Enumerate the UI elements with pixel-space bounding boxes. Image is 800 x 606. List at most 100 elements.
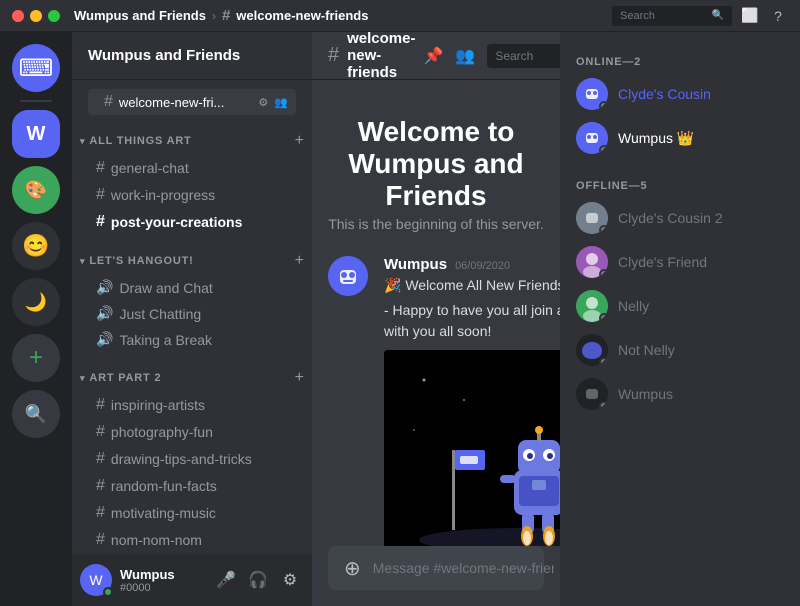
title-search-label: Search (620, 10, 655, 22)
robot-scene-svg (384, 350, 560, 546)
current-user-name: Wumpus (120, 567, 204, 582)
offline-status-cf (599, 269, 608, 278)
welcome-header: Welcome to Wumpus and Friends This is th… (328, 96, 544, 248)
category-label-art[interactable]: ▾ ALL THINGS ART (80, 135, 192, 147)
channel-item-drawing-tips[interactable]: # drawing-tips-and-tricks (80, 446, 304, 472)
channel-name-drawing: drawing-tips-and-tricks (111, 451, 252, 467)
current-user-status: #0000 (120, 582, 204, 594)
member-avatar-wumpus (576, 122, 608, 154)
explore-servers-button[interactable]: 🔍 (12, 390, 60, 438)
minimize-button[interactable] (30, 10, 42, 22)
main-content: # welcome-new-friends 📌 👥 📥 ❓ Welcome to… (312, 32, 560, 606)
server-icon-4[interactable]: 🌙 (12, 278, 60, 326)
category-label-hangout[interactable]: ▾ LET'S HANGOUT! (80, 255, 194, 267)
member-item-wumpus-offline[interactable]: Wumpus (568, 372, 792, 416)
mute-microphone-button[interactable]: 🎤 (212, 566, 240, 594)
server-icon-3[interactable]: 😊 (12, 222, 60, 270)
message-timestamp: 06/09/2020 (455, 260, 510, 272)
member-avatar-wumpus-off (576, 378, 608, 410)
user-panel-actions: 🎤 🎧 ⚙ (212, 566, 304, 594)
member-item-not-nelly[interactable]: Not Nelly (568, 328, 792, 372)
channel-item-nom[interactable]: # nom-nom-nom (80, 527, 304, 553)
channel-item-just-chatting[interactable]: 🔊 Just Chatting (80, 301, 304, 326)
messages-area[interactable]: Welcome to Wumpus and Friends This is th… (312, 80, 560, 546)
channel-name-draw: Draw and Chat (119, 280, 212, 296)
maximize-button[interactable] (48, 10, 60, 22)
member-item-clydes-friend[interactable]: Clyde's Friend (568, 240, 792, 284)
close-button[interactable] (12, 10, 24, 22)
server-header[interactable]: Wumpus and Friends (72, 32, 312, 80)
channel-name-general: general-chat (111, 160, 189, 176)
online-section-header: ONLINE—2 (568, 48, 792, 72)
channel-name-music: motivating-music (111, 505, 216, 521)
title-bar: Wumpus and Friends › # welcome-new-frien… (0, 0, 800, 32)
channel-item-photo[interactable]: # photography-fun (80, 419, 304, 445)
channel-item-fun-facts[interactable]: # random-fun-facts (80, 473, 304, 499)
pin-icon[interactable]: 📌 (423, 46, 443, 66)
members-icon[interactable]: 👥 (455, 46, 475, 66)
add-attachment-button[interactable]: ⊕ (344, 556, 361, 581)
server-name-label: Wumpus and Friends (74, 8, 206, 23)
channel-members-icon[interactable]: 👥 (274, 96, 288, 109)
message-text-input[interactable] (373, 560, 554, 576)
deafen-button[interactable]: 🎧 (244, 566, 272, 594)
channel-list: # welcome-new-fri... ⚙ 👥 ▾ ALL THINGS AR… (72, 80, 312, 554)
online-status-wumpus (599, 145, 608, 154)
traffic-lights (12, 10, 60, 22)
hash-icon: # (96, 423, 105, 441)
title-search-bar[interactable]: Search 🔍 (612, 6, 732, 26)
add-channel-icon[interactable]: + (295, 132, 304, 150)
channel-header-hash-icon: # (328, 44, 339, 67)
welcome-subtitle: This is the beginning of this server. (328, 216, 544, 232)
channel-settings-icon[interactable]: ⚙ (258, 96, 268, 109)
hash-icon: # (96, 396, 105, 414)
chevron-down-icon: ▾ (80, 373, 85, 384)
add-channel-hangout-icon[interactable]: + (295, 252, 304, 270)
member-item-clydes-cousin[interactable]: Clyde's Cousin (568, 72, 792, 116)
offline-section-header: OFFLINE—5 (568, 172, 792, 196)
member-item-cc2[interactable]: Clyde's Cousin 2 (568, 196, 792, 240)
add-server-button[interactable]: + (12, 334, 60, 382)
message-content-wumpus: Wumpus 06/09/2020 🎉 Welcome All New Frie… (384, 256, 560, 546)
member-name-nn: Not Nelly (618, 342, 675, 358)
category-label-art2[interactable]: ▾ ART PART 2 (80, 372, 161, 384)
help-icon[interactable]: ? (768, 6, 788, 26)
hash-icon: # (222, 7, 230, 24)
channel-search-input[interactable] (487, 44, 560, 68)
channel-item-creations[interactable]: # post-your-creations (80, 209, 304, 235)
channel-item-break[interactable]: 🔊 Taking a Break (80, 327, 304, 352)
user-settings-button[interactable]: ⚙ (276, 566, 304, 594)
channel-item-wip[interactable]: # work-in-progress (80, 182, 304, 208)
discord-logo-icon: ⌨ (19, 54, 54, 83)
channel-item-general-chat[interactable]: # general-chat (80, 155, 304, 181)
channel-item-music[interactable]: # motivating-music (80, 500, 304, 526)
sidebar-server-name: Wumpus and Friends (88, 47, 240, 64)
category-all-things-art: ▾ ALL THINGS ART + (72, 116, 312, 154)
discord-home-button[interactable]: ⌨ (12, 44, 60, 92)
channel-search-field[interactable] (495, 49, 560, 63)
server-icon-2[interactable]: 🎨 (12, 166, 60, 214)
hash-icon: # (96, 213, 105, 231)
channel-header-icons: 📌 👥 📥 ❓ (423, 44, 560, 68)
channel-item-draw[interactable]: 🔊 Draw and Chat (80, 275, 304, 300)
member-item-wumpus[interactable]: Wumpus 👑 (568, 116, 792, 160)
channel-item-inspiring[interactable]: # inspiring-artists (80, 392, 304, 418)
channel-item-welcome[interactable]: # welcome-new-fri... ⚙ 👥 (88, 89, 296, 115)
server-name: Wumpus and Friends (74, 8, 206, 23)
channel-sidebar: Wumpus and Friends # welcome-new-fri... … (72, 32, 312, 606)
channel-name: # welcome-new-friends (222, 7, 369, 24)
offline-status-nn (599, 357, 608, 366)
title-bar-right: Search 🔍 ⬜ ? (612, 6, 788, 26)
channel-name-photo: photography-fun (111, 424, 213, 440)
member-item-nelly[interactable]: Nelly (568, 284, 792, 328)
hash-icon: # (96, 504, 105, 522)
screen-share-icon[interactable]: ⬜ (740, 6, 760, 26)
server-icon-wumpus[interactable]: W (12, 110, 60, 158)
member-avatar-cc (576, 78, 608, 110)
voice-icon: 🔊 (96, 305, 113, 322)
channel-name-wip: work-in-progress (111, 187, 215, 203)
add-channel-art2-icon[interactable]: + (295, 369, 304, 387)
channel-name-label: welcome-new-friends (236, 8, 368, 23)
channel-name-welcome: welcome-new-fri... (119, 95, 253, 110)
server-initial-3: 😊 (22, 233, 49, 259)
